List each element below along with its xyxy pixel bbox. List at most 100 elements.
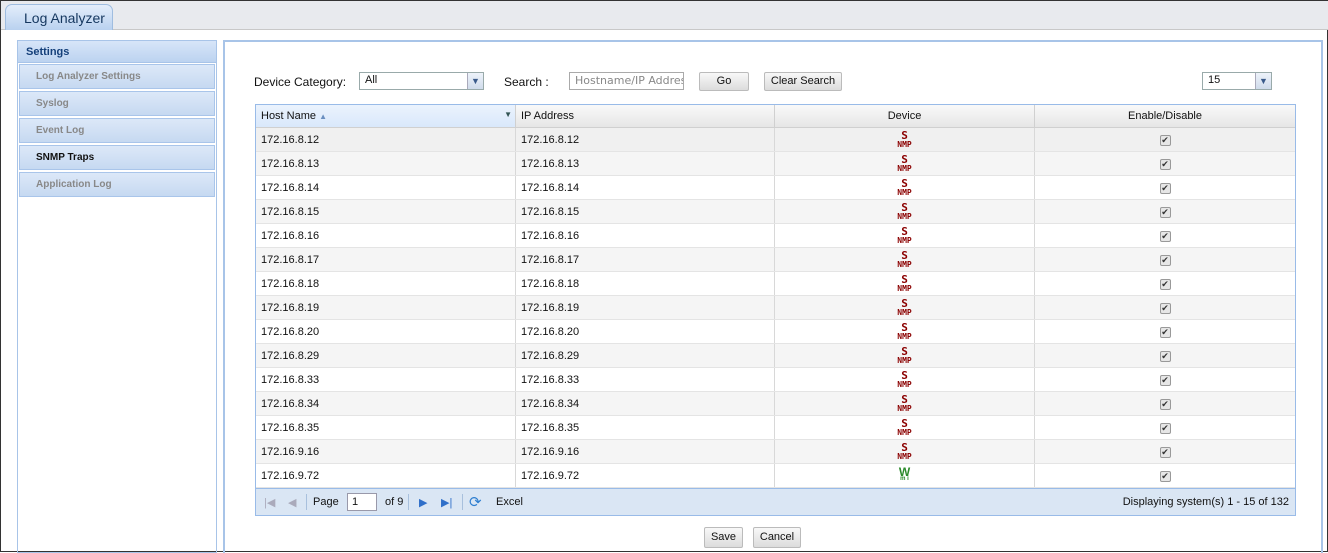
enable-cell: ✔ [1035, 272, 1295, 295]
cancel-button[interactable]: Cancel [753, 527, 801, 548]
enable-checkbox[interactable]: ✔ [1159, 207, 1171, 218]
last-page-icon[interactable]: ▶| [441, 496, 452, 509]
systems-grid: Host Name ▲ ▼ IP Address Device Enable/Di… [255, 104, 1296, 516]
sidebar-item-snmp-traps[interactable]: SNMP Traps [19, 145, 215, 170]
enable-checkbox[interactable]: ✔ [1159, 423, 1171, 434]
table-row[interactable]: 172.16.8.14 172.16.8.14 S NMP ✔ [256, 176, 1295, 200]
sidebar-item-event-log[interactable]: Event Log [19, 118, 215, 143]
enable-cell: ✔ [1035, 368, 1295, 391]
sidebar-item-log-analyzer-settings[interactable]: Log Analyzer Settings [19, 64, 215, 89]
sidebar-item-syslog[interactable]: Syslog [19, 91, 215, 116]
page-count: of 9 [385, 496, 404, 508]
snmp-device-icon: S NMP [897, 129, 912, 149]
enable-checkbox[interactable]: ✔ [1159, 351, 1171, 362]
prev-page-icon[interactable]: ◀ [288, 496, 296, 509]
ip-address-cell: 172.16.8.16 [516, 224, 775, 247]
device-cell: S NMP [775, 392, 1035, 415]
sidebar-item-application-log[interactable]: Application Log [19, 172, 215, 197]
host-name-cell: 172.16.8.20 [256, 320, 516, 343]
table-row[interactable]: 172.16.8.18 172.16.8.18 S NMP ✔ [256, 272, 1295, 296]
enable-checkbox[interactable]: ✔ [1159, 231, 1171, 242]
table-row[interactable]: 172.16.8.16 172.16.8.16 S NMP ✔ [256, 224, 1295, 248]
snmp-device-icon: S NMP [897, 225, 912, 245]
search-input[interactable]: Hostname/IP Address [569, 72, 684, 90]
host-name-cell: 172.16.8.18 [256, 272, 516, 295]
enable-cell: ✔ [1035, 296, 1295, 319]
column-host-name[interactable]: Host Name ▲ ▼ [256, 105, 516, 127]
enable-cell: ✔ [1035, 392, 1295, 415]
column-menu-icon[interactable]: ▼ [504, 110, 512, 119]
clear-search-button[interactable]: Clear Search [764, 72, 842, 91]
table-row[interactable]: 172.16.8.12 172.16.8.12 S NMP ✔ [256, 128, 1295, 152]
wmi-device-icon: Wm i [898, 465, 911, 482]
column-device[interactable]: Device [775, 105, 1035, 127]
snmp-device-icon: S NMP [897, 201, 912, 221]
host-name-cell: 172.16.8.34 [256, 392, 516, 415]
next-page-icon[interactable]: ▶ [419, 496, 427, 509]
host-name-cell: 172.16.8.16 [256, 224, 516, 247]
column-ip-address[interactable]: IP Address [516, 105, 775, 127]
enable-checkbox[interactable]: ✔ [1159, 399, 1171, 410]
enable-cell: ✔ [1035, 416, 1295, 439]
enable-checkbox[interactable]: ✔ [1159, 159, 1171, 170]
snmp-device-icon: S NMP [897, 441, 912, 461]
enable-checkbox[interactable]: ✔ [1159, 303, 1171, 314]
page-size-select[interactable]: 15 ▼ [1202, 72, 1272, 90]
table-row[interactable]: 172.16.8.33 172.16.8.33 S NMP ✔ [256, 368, 1295, 392]
snmp-device-icon: S NMP [897, 417, 912, 437]
device-cell: S NMP [775, 128, 1035, 151]
grid-body: 172.16.8.12 172.16.8.12 S NMP ✔ 172.16.8.1… [256, 128, 1295, 488]
table-row[interactable]: 172.16.8.34 172.16.8.34 S NMP ✔ [256, 392, 1295, 416]
enable-checkbox[interactable]: ✔ [1159, 135, 1171, 146]
page-input[interactable]: 1 [347, 493, 377, 511]
ip-address-cell: 172.16.8.20 [516, 320, 775, 343]
enable-checkbox[interactable]: ✔ [1159, 375, 1171, 386]
table-row[interactable]: 172.16.8.13 172.16.8.13 S NMP ✔ [256, 152, 1295, 176]
go-button[interactable]: Go [699, 72, 749, 91]
host-name-cell: 172.16.8.33 [256, 368, 516, 391]
enable-checkbox[interactable]: ✔ [1159, 255, 1171, 266]
save-button[interactable]: Save [704, 527, 743, 548]
enable-checkbox[interactable]: ✔ [1159, 471, 1171, 482]
table-row[interactable]: 172.16.9.16 172.16.9.16 S NMP ✔ [256, 440, 1295, 464]
host-name-cell: 172.16.8.15 [256, 200, 516, 223]
device-cell: S NMP [775, 296, 1035, 319]
table-row[interactable]: 172.16.8.15 172.16.8.15 S NMP ✔ [256, 200, 1295, 224]
table-row[interactable]: 172.16.8.19 172.16.8.19 S NMP ✔ [256, 296, 1295, 320]
refresh-icon[interactable]: ⟳ [469, 493, 482, 511]
ip-address-cell: 172.16.8.35 [516, 416, 775, 439]
table-row[interactable]: 172.16.9.72 172.16.9.72 Wm i ✔ [256, 464, 1295, 488]
excel-export-link[interactable]: Excel [496, 496, 523, 508]
tab-log-analyzer[interactable]: Log Analyzer [5, 4, 113, 30]
table-row[interactable]: 172.16.8.29 172.16.8.29 S NMP ✔ [256, 344, 1295, 368]
page-size-value: 15 [1208, 74, 1221, 86]
enable-checkbox[interactable]: ✔ [1159, 327, 1171, 338]
snmp-device-icon: S NMP [897, 273, 912, 293]
device-cell: S NMP [775, 320, 1035, 343]
snmp-device-icon: S NMP [897, 297, 912, 317]
top-bar: Log Analyzer [1, 1, 1328, 30]
device-category-value: All [365, 74, 378, 86]
device-cell: S NMP [775, 440, 1035, 463]
snmp-device-icon: S NMP [897, 345, 912, 365]
table-row[interactable]: 172.16.8.20 172.16.8.20 S NMP ✔ [256, 320, 1295, 344]
ip-address-cell: 172.16.8.18 [516, 272, 775, 295]
host-name-cell: 172.16.8.29 [256, 344, 516, 367]
ip-address-cell: 172.16.8.33 [516, 368, 775, 391]
table-row[interactable]: 172.16.8.17 172.16.8.17 S NMP ✔ [256, 248, 1295, 272]
column-enable-disable[interactable]: Enable/Disable [1035, 105, 1295, 127]
enable-checkbox[interactable]: ✔ [1159, 447, 1171, 458]
snmp-device-icon: S NMP [897, 369, 912, 389]
enable-cell: ✔ [1035, 320, 1295, 343]
page-label: Page [313, 496, 339, 508]
device-category-select[interactable]: All ▼ [359, 72, 484, 90]
table-row[interactable]: 172.16.8.35 172.16.8.35 S NMP ✔ [256, 416, 1295, 440]
ip-address-cell: 172.16.8.12 [516, 128, 775, 151]
first-page-icon[interactable]: |◀ [264, 496, 275, 509]
enable-checkbox[interactable]: ✔ [1159, 279, 1171, 290]
device-cell: S NMP [775, 248, 1035, 271]
snmp-device-icon: S NMP [897, 177, 912, 197]
enable-checkbox[interactable]: ✔ [1159, 183, 1171, 194]
ip-address-cell: 172.16.9.72 [516, 464, 775, 487]
enable-cell: ✔ [1035, 128, 1295, 151]
